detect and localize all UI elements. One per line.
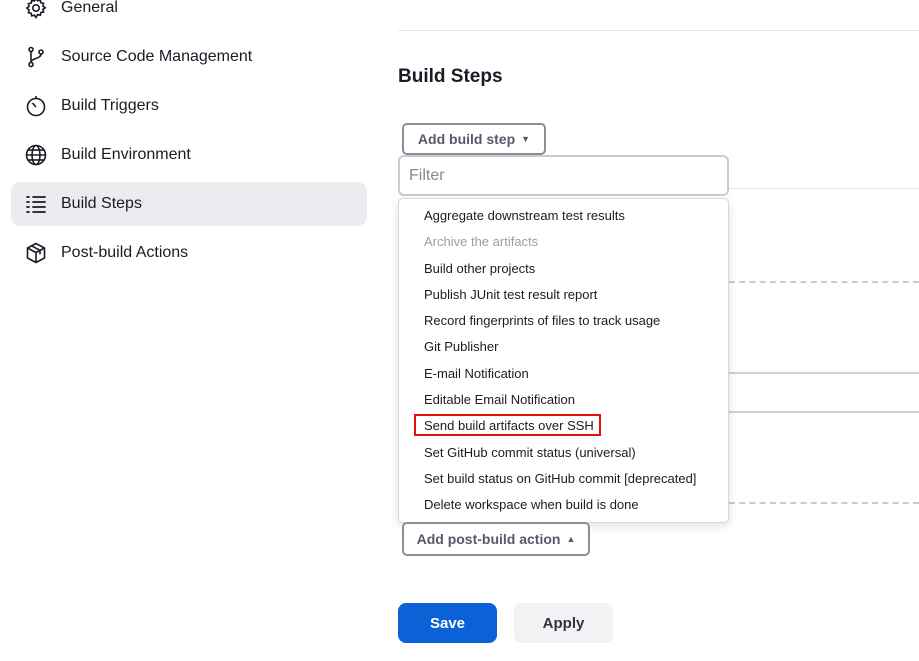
divider <box>729 188 919 189</box>
divider <box>729 411 919 413</box>
caret-up-icon: ▲ <box>566 534 576 544</box>
add-post-build-action-label: Add post-build action <box>416 531 561 547</box>
dropdown-item[interactable]: Editable Email Notification <box>399 387 728 413</box>
dropdown-item: Archive the artifacts <box>424 234 539 250</box>
divider <box>729 502 919 504</box>
dropdown-item[interactable]: Record fingerprints of files to track us… <box>399 308 728 334</box>
globe-icon <box>24 143 48 167</box>
dropdown-item[interactable]: E-mail Notification <box>399 361 728 387</box>
caret-down-icon: ▼ <box>521 134 531 144</box>
save-button[interactable]: Save <box>398 603 497 643</box>
section-title: Build Steps <box>398 66 503 87</box>
build-step-dropdown: Aggregate downstream test results Archiv… <box>398 198 729 523</box>
sidebar-item-build-steps[interactable]: Build Steps <box>11 182 367 226</box>
highlight-box <box>414 414 601 437</box>
sidebar-item-build-environment[interactable]: Build Environment <box>11 133 367 177</box>
apply-button[interactable]: Apply <box>514 603 613 643</box>
sidebar-item-post-build-actions[interactable]: Post-build Actions <box>11 231 367 275</box>
sidebar-item-build-triggers[interactable]: Build Triggers <box>11 84 367 128</box>
list-icon <box>24 192 48 216</box>
branch-icon <box>24 45 48 69</box>
divider <box>729 372 919 374</box>
sidebar-item-label: Build Triggers <box>61 97 159 114</box>
main-content: Build Steps Add build step ▼ Aggregate d… <box>380 0 919 661</box>
dropdown-item-send-build-artifacts-over-ssh[interactable]: Send build artifacts over SSH <box>399 413 728 439</box>
divider <box>398 30 919 31</box>
sidebar-item-label: Build Steps <box>61 195 142 212</box>
divider <box>729 281 919 283</box>
sidebar-item-label: Source Code Management <box>61 48 253 65</box>
sidebar-item-general[interactable]: General <box>11 0 367 30</box>
add-build-step-label: Add build step <box>417 131 516 147</box>
dropdown-item[interactable]: Aggregate downstream test results <box>399 203 728 229</box>
add-build-step-button[interactable]: Add build step ▼ <box>402 123 546 155</box>
filter-input[interactable] <box>398 155 729 196</box>
add-post-build-action-button[interactable]: Add post-build action ▲ <box>402 522 590 556</box>
sidebar-item-label: General <box>61 0 118 16</box>
dropdown-item[interactable]: Git Publisher <box>399 334 728 360</box>
sidebar-item-label: Build Environment <box>61 146 191 163</box>
dropdown-item[interactable]: Build other projects <box>399 256 728 282</box>
dropdown-item[interactable]: Delete workspace when build is done <box>399 492 728 518</box>
sidebar-item-source-code-management[interactable]: Source Code Management <box>11 35 367 79</box>
timer-icon <box>24 94 48 118</box>
dropdown-item[interactable]: Set build status on GitHub commit [depre… <box>399 466 728 492</box>
sidebar-item-label: Post-build Actions <box>61 244 189 261</box>
package-icon <box>24 241 48 265</box>
sidebar: General Source Code Management Build Tri… <box>0 0 380 661</box>
dropdown-item[interactable]: Set GitHub commit status (universal) <box>399 440 728 466</box>
dropdown-item[interactable]: Publish JUnit test result report <box>399 282 728 308</box>
gear-icon <box>24 0 48 20</box>
